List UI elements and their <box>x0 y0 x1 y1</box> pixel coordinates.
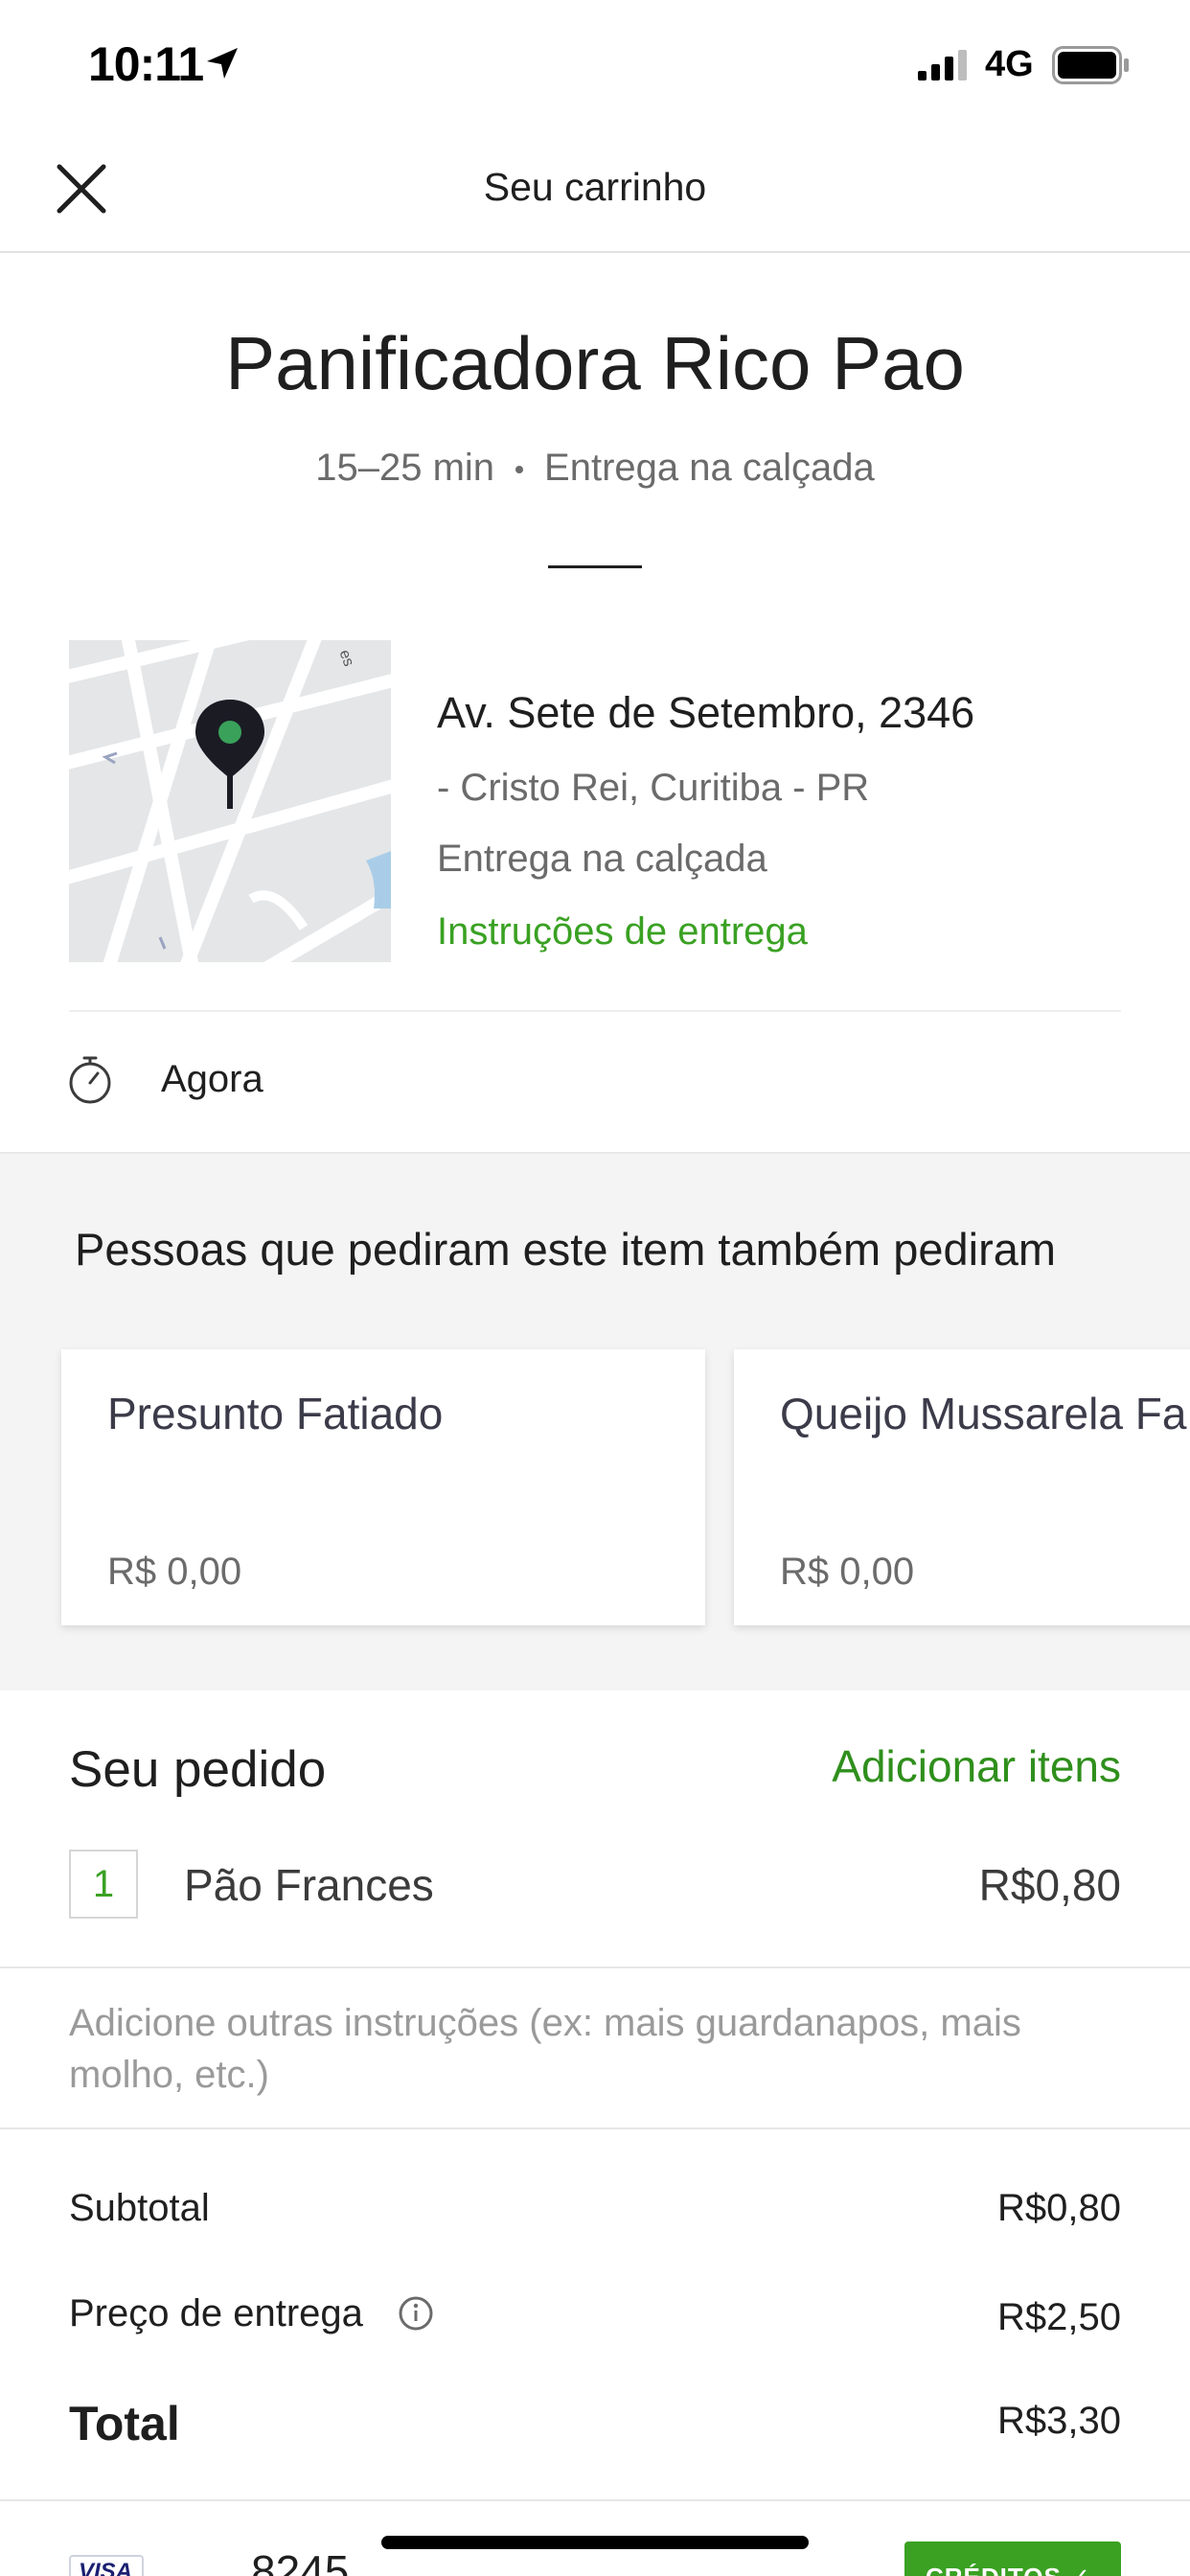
recommendations-section: Pessoas que pediram este item também ped… <box>0 1152 1190 1690</box>
delivery-fee-label: Preço de entrega <box>69 2292 363 2334</box>
section-divider <box>548 565 642 568</box>
cellular-signal-icon <box>918 50 967 80</box>
info-icon[interactable] <box>397 2294 435 2333</box>
card-brand: VISA <box>79 2559 133 2576</box>
recommendation-price: R$ 0,00 <box>780 1551 915 1593</box>
status-bar: 10:11 4G <box>0 0 1190 126</box>
restaurant-name: Panificadora Rico Pao <box>225 321 965 405</box>
delivery-type: Entrega na calçada <box>544 447 875 489</box>
address-delivery-type: Entrega na calçada <box>437 838 767 880</box>
visa-card-icon: VISA <box>69 2555 144 2576</box>
add-items-button[interactable]: Adicionar itens <box>832 1740 1121 1792</box>
delivery-map[interactable]: es <box>69 640 391 962</box>
subtotal-value: R$0,80 <box>997 2187 1121 2229</box>
divider <box>0 2499 1190 2501</box>
subtotal-label: Subtotal <box>69 2187 210 2229</box>
status-time: 10:11 <box>88 37 204 91</box>
divider <box>69 1010 1121 1012</box>
recommendation-name: Queijo Mussarela Fa <box>780 1389 1187 1438</box>
card-last-digits[interactable]: 8245 <box>251 2545 349 2576</box>
page-title: Seu carrinho <box>483 165 707 209</box>
divider <box>0 1966 1190 1968</box>
item-name[interactable]: Pão Frances <box>184 1859 434 1911</box>
order-title: Seu pedido <box>69 1741 327 1798</box>
recommendation-name: Presunto Fatiado <box>107 1389 444 1438</box>
battery-icon <box>1052 46 1129 84</box>
header: Seu carrinho <box>0 126 1190 253</box>
stopwatch-icon <box>69 1056 111 1104</box>
address-district: - Cristo Rei, Curitiba - PR <box>437 767 870 809</box>
divider <box>0 2128 1190 2129</box>
item-price: R$0,80 <box>978 1860 1121 1910</box>
item-quantity[interactable]: 1 <box>69 1850 138 1919</box>
home-indicator <box>381 2536 809 2549</box>
recommendations-title: Pessoas que pediram este item também ped… <box>75 1224 1057 1275</box>
separator-dot <box>515 466 524 474</box>
map-graphic: es <box>69 640 391 962</box>
extra-instructions-input[interactable]: Adicione outras instruções (ex: mais gua… <box>69 1997 1133 2101</box>
delivery-fee-value: R$2,50 <box>997 2296 1121 2338</box>
recommendation-price: R$ 0,00 <box>107 1551 242 1593</box>
restaurant-meta: 15–25 min Entrega na calçada <box>0 447 1190 490</box>
delivery-instructions-link[interactable]: Instruções de entrega <box>437 910 808 954</box>
network-type: 4G <box>985 44 1034 84</box>
address-street: Av. Sete de Setembro, 2346 <box>437 688 975 737</box>
total-label: Total <box>69 2397 180 2450</box>
recommendation-card[interactable]: Queijo Mussarela Fa R$ 0,00 <box>734 1349 1190 1625</box>
delivery-time-option[interactable]: Agora <box>161 1058 263 1101</box>
delivery-eta: 15–25 min <box>315 447 495 489</box>
location-arrow-icon <box>207 48 238 79</box>
total-value: R$3,30 <box>997 2400 1121 2442</box>
credits-button[interactable]: CRÉDITOS ✓ <box>904 2542 1121 2576</box>
recommendation-card[interactable]: Presunto Fatiado R$ 0,00 <box>61 1349 705 1625</box>
